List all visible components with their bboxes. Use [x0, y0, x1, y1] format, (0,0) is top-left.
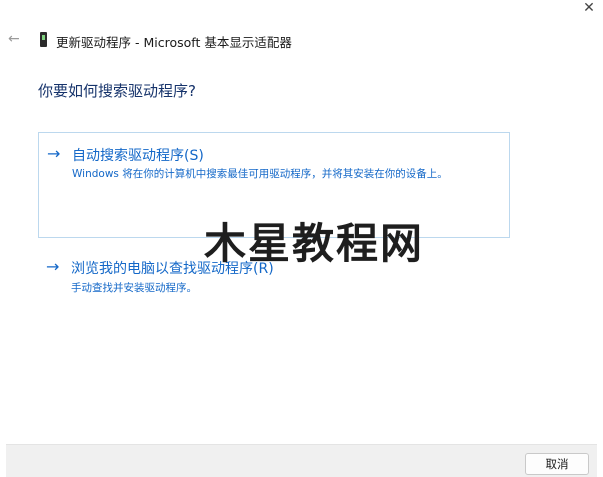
arrow-right-icon: → — [47, 144, 61, 163]
option-description: Windows 将在你的计算机中搜索最佳可用驱动程序，并将其安装在你的设备上。 — [72, 168, 448, 180]
page-title: 你要如何搜索驱动程序? — [38, 82, 196, 100]
arrow-right-icon: → — [46, 257, 60, 276]
device-icon — [40, 32, 47, 47]
option-description: 手动查找并安装驱动程序。 — [71, 282, 197, 294]
back-arrow-icon[interactable]: ← — [8, 32, 20, 46]
cancel-button[interactable]: 取消 — [525, 453, 589, 475]
window-titlebar: ← 更新驱动程序 - Microsoft 基本显示适配器 — [0, 26, 603, 54]
close-icon[interactable]: ✕ — [579, 0, 599, 20]
option-title: 自动搜索驱动程序(S) — [72, 148, 204, 164]
window-title: 更新驱动程序 - Microsoft 基本显示适配器 — [56, 35, 292, 50]
watermark: 木星教程网 — [204, 219, 425, 268]
dialog-footer: 取消 — [6, 444, 597, 477]
